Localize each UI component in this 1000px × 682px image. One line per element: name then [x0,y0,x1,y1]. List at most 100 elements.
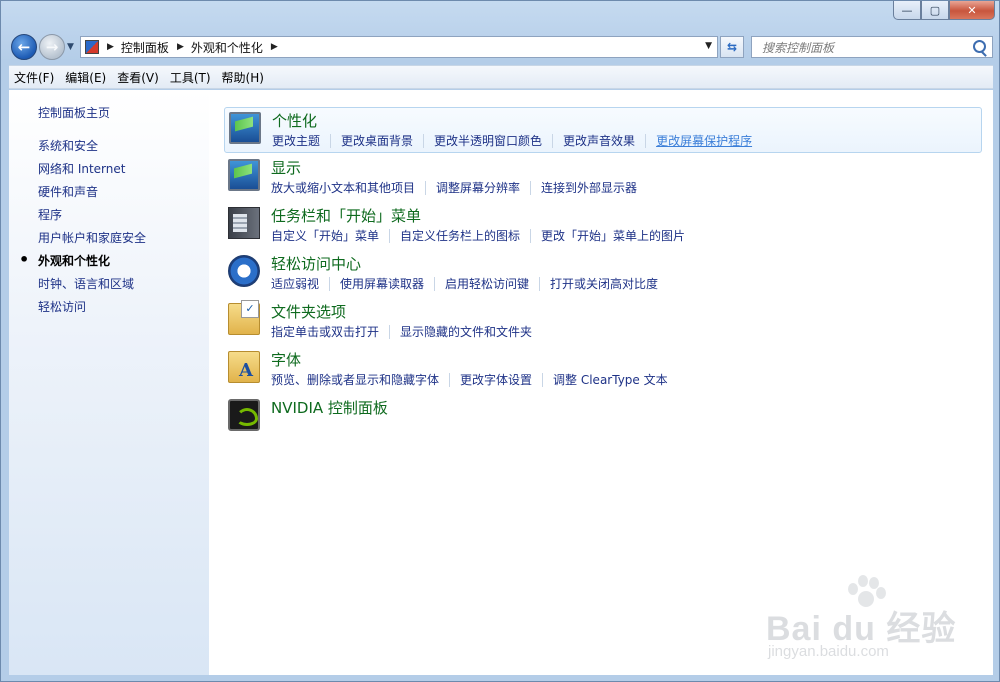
task-link[interactable]: 更改「开始」菜单上的图片 [541,227,685,244]
menu-edit[interactable]: 编辑(E) [60,69,111,86]
task-link[interactable]: 放大或缩小文本和其他项目 [271,179,415,196]
task-link[interactable]: 更改字体设置 [460,371,532,388]
task-link[interactable]: 启用轻松访问键 [445,275,529,292]
control-panel-icon [85,40,99,54]
folder-options-icon[interactable] [228,300,260,335]
category-fonts: 字体 预览、删除或者显示和隐藏字体 更改字体设置 调整 ClearType 文本 [224,347,982,393]
category-links: 指定单击或双击打开 显示隐藏的文件和文件夹 [271,323,532,340]
taskbar-icon[interactable] [228,207,260,239]
address-dropdown-icon[interactable]: ▼ [705,41,712,51]
link-divider [530,229,532,243]
sidebar-item-user-accounts[interactable]: 用户帐户和家庭安全 [38,229,146,252]
category-links: 适应弱视 使用屏幕读取器 启用轻松访问键 打开或关闭高对比度 [271,275,658,292]
category-title[interactable]: 任务栏和「开始」菜单 [271,205,421,226]
category-personalization: 个性化 更改主题 更改桌面背景 更改半透明窗口颜色 更改声音效果 更改屏幕保护程… [224,107,982,153]
sidebar-home-link[interactable]: 控制面板主页 [38,104,110,121]
category-title[interactable]: 显示 [271,157,301,178]
link-divider [542,373,544,387]
sidebar-item-hardware-sound[interactable]: 硬件和声音 [38,183,146,206]
task-link[interactable]: 适应弱视 [271,275,319,292]
breadcrumb-arrow-icon[interactable]: ▶ [107,42,114,52]
category-links: 自定义「开始」菜单 自定义任务栏上的图标 更改「开始」菜单上的图片 [271,227,685,244]
sidebar-list: 系统和安全 网络和 Internet 硬件和声音 程序 用户帐户和家庭安全 外观… [19,137,146,321]
link-divider [389,325,391,339]
content-area: 控制面板主页 系统和安全 网络和 Internet 硬件和声音 程序 用户帐户和… [9,90,993,675]
category-ease-of-access: 轻松访问中心 适应弱视 使用屏幕读取器 启用轻松访问键 打开或关闭高对比度 [224,251,982,297]
sidebar-item-network[interactable]: 网络和 Internet [38,160,146,183]
category-title[interactable]: NVIDIA 控制面板 [271,397,388,418]
close-button[interactable]: ✕ [949,1,995,20]
task-link[interactable]: 调整屏幕分辨率 [436,179,520,196]
breadcrumb-appearance[interactable]: 外观和个性化 [191,39,263,56]
sidebar-item-appearance[interactable]: 外观和个性化 [19,250,146,275]
address-bar[interactable]: ▶ 控制面板 ▶ 外观和个性化 ▶ ▼ [80,36,718,58]
sidebar-item-ease-of-access[interactable]: 轻松访问 [38,298,146,321]
task-link[interactable]: 显示隐藏的文件和文件夹 [400,323,532,340]
breadcrumb-control-panel[interactable]: 控制面板 [121,39,169,56]
category-title[interactable]: 字体 [271,349,301,370]
navigation-bar: ← → ▼ ▶ 控制面板 ▶ 外观和个性化 ▶ ▼ ⇆ [1,33,1000,63]
nvidia-icon[interactable] [228,399,260,431]
category-title[interactable]: 文件夹选项 [271,301,346,322]
menu-file[interactable]: 文件(F) [9,69,59,86]
breadcrumb-arrow-icon[interactable]: ▶ [177,42,184,52]
refresh-button[interactable]: ⇆ [720,36,744,58]
refresh-icon: ⇆ [726,40,738,54]
arrow-right-icon: → [45,38,59,56]
task-link[interactable]: 自定义任务栏上的图标 [400,227,520,244]
task-link[interactable]: 连接到外部显示器 [541,179,637,196]
link-divider [530,181,532,195]
window-controls: — ▢ ✕ [893,1,995,20]
sidebar-item-clock-language[interactable]: 时钟、语言和区域 [38,275,146,298]
task-link[interactable]: 更改半透明窗口颜色 [434,132,542,149]
link-divider [330,134,332,148]
ease-of-access-icon[interactable] [228,255,260,287]
category-display: 显示 放大或缩小文本和其他项目 调整屏幕分辨率 连接到外部显示器 [224,155,982,201]
main-panel: 个性化 更改主题 更改桌面背景 更改半透明窗口颜色 更改声音效果 更改屏幕保护程… [209,90,993,675]
task-link[interactable]: 使用屏幕读取器 [340,275,424,292]
sidebar: 控制面板主页 系统和安全 网络和 Internet 硬件和声音 程序 用户帐户和… [9,90,209,675]
category-nvidia: NVIDIA 控制面板 [224,395,982,441]
personalization-monitor-icon[interactable] [229,112,261,144]
sidebar-item-programs[interactable]: 程序 [38,206,146,229]
menu-tools[interactable]: 工具(T) [165,69,216,86]
search-icon[interactable] [973,40,986,53]
back-button[interactable]: ← [11,34,37,60]
arrow-left-icon: ← [17,38,31,56]
task-link[interactable]: 调整 ClearType 文本 [553,371,668,388]
breadcrumb-arrow-icon[interactable]: ▶ [271,42,278,52]
link-divider [389,229,391,243]
task-link[interactable]: 自定义「开始」菜单 [271,227,379,244]
task-link[interactable]: 更改主题 [272,132,320,149]
link-divider [434,277,436,291]
search-box[interactable] [751,36,993,58]
task-link[interactable]: 预览、删除或者显示和隐藏字体 [271,371,439,388]
task-link[interactable]: 更改桌面背景 [341,132,413,149]
menu-view[interactable]: 查看(V) [112,69,164,86]
task-link[interactable]: 打开或关闭高对比度 [550,275,658,292]
menu-help[interactable]: 帮助(H) [217,69,269,86]
control-panel-window: — ▢ ✕ ← → ▼ ▶ 控制面板 ▶ 外观和个性化 ▶ ▼ ⇆ 文件(F) … [0,0,1000,682]
category-title[interactable]: 个性化 [272,110,317,131]
task-link[interactable]: 更改声音效果 [563,132,635,149]
menu-bar: 文件(F) 编辑(E) 查看(V) 工具(T) 帮助(H) [9,65,993,89]
maximize-button[interactable]: ▢ [921,1,949,20]
sidebar-item-system-security[interactable]: 系统和安全 [38,137,146,160]
link-divider [539,277,541,291]
recent-pages-dropdown[interactable]: ▼ [67,42,74,52]
fonts-folder-icon[interactable] [228,351,260,383]
link-divider [645,134,647,148]
forward-button[interactable]: → [39,34,65,60]
task-link[interactable]: 指定单击或双击打开 [271,323,379,340]
category-links: 更改主题 更改桌面背景 更改半透明窗口颜色 更改声音效果 更改屏幕保护程序 [272,132,752,149]
minimize-button[interactable]: — [893,1,921,20]
link-divider [329,277,331,291]
category-title[interactable]: 轻松访问中心 [271,253,361,274]
category-taskbar: 任务栏和「开始」菜单 自定义「开始」菜单 自定义任务栏上的图标 更改「开始」菜单… [224,203,982,249]
search-input[interactable] [760,38,964,58]
link-divider [425,181,427,195]
task-link[interactable]: 更改屏幕保护程序 [656,132,752,149]
title-bar: — ▢ ✕ [1,1,1000,33]
category-links: 预览、删除或者显示和隐藏字体 更改字体设置 调整 ClearType 文本 [271,371,668,388]
display-monitor-icon[interactable] [228,159,260,191]
